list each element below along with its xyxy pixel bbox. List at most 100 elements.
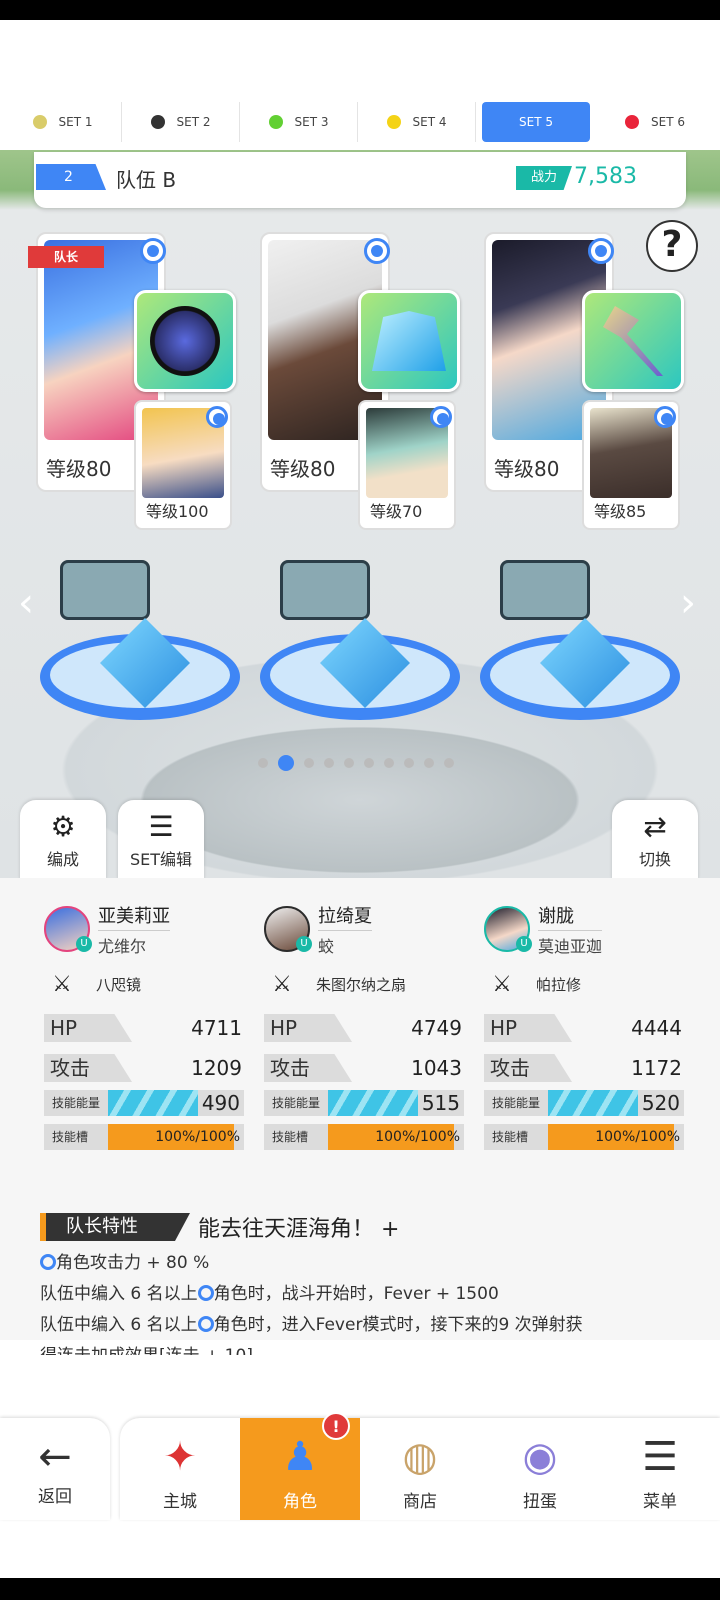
nav-menu[interactable]: ☰ 菜单 [600, 1418, 720, 1520]
names: 谢胧 莫迪亚迦 [538, 902, 603, 957]
mirror-icon [150, 306, 220, 376]
select-radio-3[interactable] [588, 238, 614, 264]
weapon-name: 朱图尔纳之扇 [316, 975, 407, 994]
city-icon: ✦ [163, 1434, 197, 1480]
sword-icon: ⚔ [52, 971, 72, 997]
switch-button[interactable]: ⇄ 切换 [612, 800, 698, 880]
tab-set-2[interactable]: SET 2 [122, 102, 240, 142]
platform-pedestal [500, 560, 590, 620]
leader-skill-title[interactable]: 能去往天涯海角！ + [198, 1211, 399, 1243]
leader-text: 角色时，进入Fever模式时，接下来的9 次弹射获 [213, 1315, 583, 1335]
skill-slot-row: 技能槽 100%/100% [484, 1124, 684, 1150]
platform-1 [40, 550, 240, 720]
skill-energy-label: 技能能量 [492, 1096, 541, 1110]
skill-slot-row: 技能槽 100%/100% [44, 1124, 244, 1150]
page-dot[interactable] [444, 758, 454, 768]
skill-energy-label: 技能能量 [272, 1096, 321, 1110]
page-dot[interactable] [324, 758, 334, 768]
page-dot[interactable] [364, 758, 374, 768]
page-dot[interactable] [304, 758, 314, 768]
leader-text: 队伍中编入 6 名以上 [40, 1284, 198, 1304]
platform-2 [260, 550, 460, 720]
names: 拉绮夏 蛟 [318, 902, 372, 957]
main-level: 等级80 [494, 453, 560, 482]
team-name[interactable]: 队伍 B [116, 164, 176, 193]
help-button[interactable]: ? [646, 220, 698, 272]
skill-energy-bar [328, 1090, 418, 1116]
attack-value: 1209 [191, 1056, 242, 1080]
weapon-name: 八咫镜 [96, 975, 142, 994]
tab-label: SET 5 [519, 115, 553, 129]
leader-skill-header: 队长特性 能去往天涯海角！ + [40, 1212, 680, 1242]
character-column-1: 亚美莉亚 尤维尔 ⚔ 八咫镜 HP 4711 攻击 1209 技能能量 490 … [44, 904, 244, 1150]
team-number: 2 [36, 164, 106, 190]
skill-energy-row: 技能能量 490 [44, 1090, 244, 1116]
halberd-icon [603, 306, 663, 376]
page-dot[interactable] [404, 758, 414, 768]
avatar[interactable] [484, 906, 532, 952]
select-radio-1[interactable] [140, 238, 166, 264]
set-6-dot [625, 115, 639, 129]
tab-set-4[interactable]: SET 4 [358, 102, 476, 142]
switch-label: 切换 [638, 850, 671, 869]
leader-text: 得连击加成效果[连击 + 10] [40, 1346, 253, 1355]
page-dot[interactable] [384, 758, 394, 768]
nav-character[interactable]: ! ♟ 角色 [240, 1412, 360, 1520]
tab-label: SET 6 [651, 115, 685, 129]
formation-button[interactable]: ⚙ 编成 [20, 800, 106, 880]
page-dot[interactable] [258, 758, 268, 768]
avatar[interactable] [44, 906, 92, 952]
tab-set-3[interactable]: SET 3 [240, 102, 358, 142]
weapon-slot-2[interactable] [358, 290, 460, 392]
back-button[interactable]: ← 返回 [0, 1418, 110, 1520]
sub-radio-3[interactable] [654, 406, 676, 428]
set-4-dot [386, 115, 401, 129]
leader-text: 队伍中编入 6 名以上 [40, 1315, 198, 1335]
skill-energy-row: 技能能量 515 [264, 1090, 464, 1116]
tab-set-5[interactable]: SET 5 [482, 102, 590, 142]
hp-value: 4749 [411, 1016, 462, 1040]
tab-set-1[interactable]: SET 1 [4, 102, 122, 142]
nav-shop[interactable]: ◍ 商店 [360, 1418, 480, 1520]
nav-city-label: 主城 [163, 1492, 197, 1512]
page-dot-active[interactable] [278, 755, 294, 771]
gacha-icon: ◉ [522, 1434, 558, 1480]
back-arrow-icon: ← [38, 1433, 72, 1480]
leader-text: 角色时，战斗开始时，Fever + 1500 [213, 1284, 499, 1304]
leader-text: 角色攻击力 + 80 % [56, 1253, 210, 1273]
attack-value: 1172 [631, 1056, 682, 1080]
sub-level: 等级85 [594, 502, 647, 521]
leader-skill-line: 队伍中编入 6 名以上 角色时，战斗开始时，Fever + 1500 [40, 1279, 680, 1304]
next-arrow-icon[interactable]: › [680, 580, 696, 626]
weapon-slot-3[interactable] [582, 290, 684, 392]
circle-icon [197, 1316, 214, 1332]
nav-city[interactable]: ✦ 主城 [120, 1418, 240, 1520]
leader-skill-line: 队伍中编入 6 名以上 角色时，进入Fever模式时，接下来的9 次弹射获 [40, 1310, 680, 1335]
sub-character-name: 尤维尔 [98, 929, 170, 957]
page-dot[interactable] [344, 758, 354, 768]
tab-set-6[interactable]: SET 6 [596, 102, 714, 142]
sub-radio-2[interactable] [430, 406, 452, 428]
platform-3 [480, 550, 680, 720]
main-nav: ✦ 主城 ! ♟ 角色 ◍ 商店 ◉ 扭蛋 ☰ 菜单 [120, 1412, 720, 1520]
nav-gacha[interactable]: ◉ 扭蛋 [480, 1418, 600, 1520]
weapon-slot-1[interactable] [134, 290, 236, 392]
prev-arrow-icon[interactable]: ‹ [18, 580, 34, 626]
leader-tag: 队长 [28, 246, 104, 268]
tab-label: SET 2 [176, 115, 211, 129]
set-3-dot [268, 115, 283, 129]
character-name: 谢胧 [538, 905, 574, 927]
select-radio-2[interactable] [364, 238, 390, 264]
formation-icon: ⚙ [50, 810, 76, 843]
set-edit-label: SET编辑 [129, 850, 193, 869]
character-header: 谢胧 莫迪亚迦 [484, 902, 684, 957]
attack-row: 攻击 1172 [484, 1054, 684, 1082]
character-name: 拉绮夏 [318, 905, 372, 927]
set-edit-button[interactable]: ☰ SET编辑 [118, 800, 204, 880]
avatar[interactable] [264, 906, 312, 952]
sub-radio-1[interactable] [206, 406, 228, 428]
attack-row: 攻击 1209 [44, 1054, 244, 1082]
skill-slot-label: 技能槽 [272, 1130, 309, 1144]
page-dot[interactable] [424, 758, 434, 768]
skill-energy-row: 技能能量 520 [484, 1090, 684, 1116]
